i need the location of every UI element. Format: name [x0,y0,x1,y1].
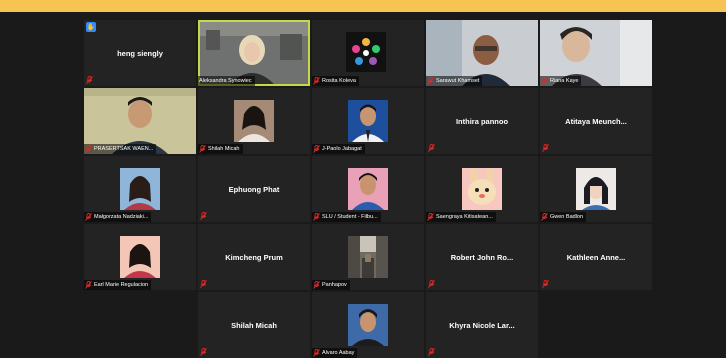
video-feed [462,168,502,210]
muted-mic-icon [427,213,434,221]
name-label: Sarawut Khamset [426,76,483,86]
muted-mic-icon [542,144,549,152]
participant-tile[interactable]: Alvaro Aabay [312,292,424,358]
participant-name: Robert John Ro... [450,252,514,262]
muted-mic-icon [427,77,434,85]
muted-mic-icon [542,280,549,288]
muted-mic-icon [199,145,206,153]
participant-tile[interactable]: Małgorzata Nadziaki... [84,156,196,222]
participant-name: Kimcheng Prum [225,252,283,262]
participant-tile[interactable]: Kathleen Anne... [540,224,652,290]
name-label: Rosita Koleva [312,76,359,86]
name-label: Małgorzata Nadziaki... [84,212,152,222]
name-label: SLU / Student - Filbu... [312,212,381,222]
participant-tile[interactable]: Inthira pannoo [426,88,538,154]
muted-mic-icon [200,212,207,220]
gallery-grid: ✋ heng siengly Aleksandra Synowiec Rosit… [84,20,652,358]
participant-tile[interactable]: Ephuong Phat [198,156,310,222]
participant-name: Inthira pannoo [455,116,509,126]
participant-tile[interactable]: Kimcheng Prum [198,224,310,290]
participant-tile-active-speaker[interactable]: Aleksandra Synowiec [198,20,310,86]
video-feed [120,168,160,210]
muted-mic-icon [313,213,320,221]
name-label: Alvaro Aabay [312,348,358,358]
participant-name: Shilah Micah [231,320,277,330]
muted-mic-icon [86,76,93,84]
participant-tile[interactable]: Panhapov [312,224,424,290]
video-feed [200,22,308,84]
muted-mic-icon [428,280,435,288]
video-feed [348,236,388,278]
name-label: Gwen Badlon [540,212,587,222]
muted-mic-icon [428,348,435,356]
participant-tile[interactable]: Riana Kaye [540,20,652,86]
muted-mic-icon [313,77,320,85]
participant-name: Atitaya Meunch... [565,116,627,126]
participant-tile[interactable]: Gwen Badlon [540,156,652,222]
participant-name: Ephuong Phat [228,184,280,194]
video-feed [234,100,274,142]
muted-mic-icon [85,145,92,153]
participant-tile[interactable]: Rosita Koleva [312,20,424,86]
participant-tile[interactable]: Shilah Micah [198,292,310,358]
muted-mic-icon [200,280,207,288]
muted-mic-icon [85,281,92,289]
name-label: Aleksandra Synowiec [198,76,255,86]
top-bar [0,0,726,12]
name-label: Riana Kaye [540,76,582,86]
participant-name: Kathleen Anne... [566,252,626,262]
participant-tile[interactable]: Shilah Micah [198,88,310,154]
muted-mic-icon [313,145,320,153]
muted-mic-icon [313,281,320,289]
participant-name: heng siengly [117,48,163,58]
participant-tile[interactable]: Robert John Ro... [426,224,538,290]
name-label: Saengraya Kitisatean... [426,212,496,222]
video-feed [576,168,616,210]
video-feed [120,236,160,278]
name-label: J-Paolo Jabagat [312,144,365,154]
participant-name: Khyra Nicole Lar... [449,320,515,330]
video-feed [348,168,388,210]
participant-tile[interactable]: SLU / Student - Filbu... [312,156,424,222]
name-label: Shilah Micah [198,144,243,154]
muted-mic-icon [85,213,92,221]
name-label: Panhapov [312,280,350,290]
participant-tile[interactable]: Atitaya Meunch... [540,88,652,154]
name-label: PRASERTSAK WAEN... [84,144,157,154]
participant-tile[interactable]: Earl Marie Regulacion [84,224,196,290]
video-feed [346,32,386,72]
participant-tile[interactable]: Sarawut Khamset [426,20,538,86]
muted-mic-icon [428,144,435,152]
muted-mic-icon [200,348,207,356]
name-label: Earl Marie Regulacion [84,280,152,290]
participant-tile[interactable]: ✋ heng siengly [84,20,196,86]
muted-mic-icon [541,213,548,221]
muted-mic-icon [541,77,548,85]
participant-tile[interactable]: Khyra Nicole Lar... [426,292,538,358]
video-feed [348,304,388,346]
muted-mic-icon [313,349,320,357]
participant-tile[interactable]: PRASERTSAK WAEN... [84,88,196,154]
participant-tile[interactable]: J-Paolo Jabagat [312,88,424,154]
video-feed [348,100,388,142]
participant-tile[interactable]: Saengraya Kitisatean... [426,156,538,222]
